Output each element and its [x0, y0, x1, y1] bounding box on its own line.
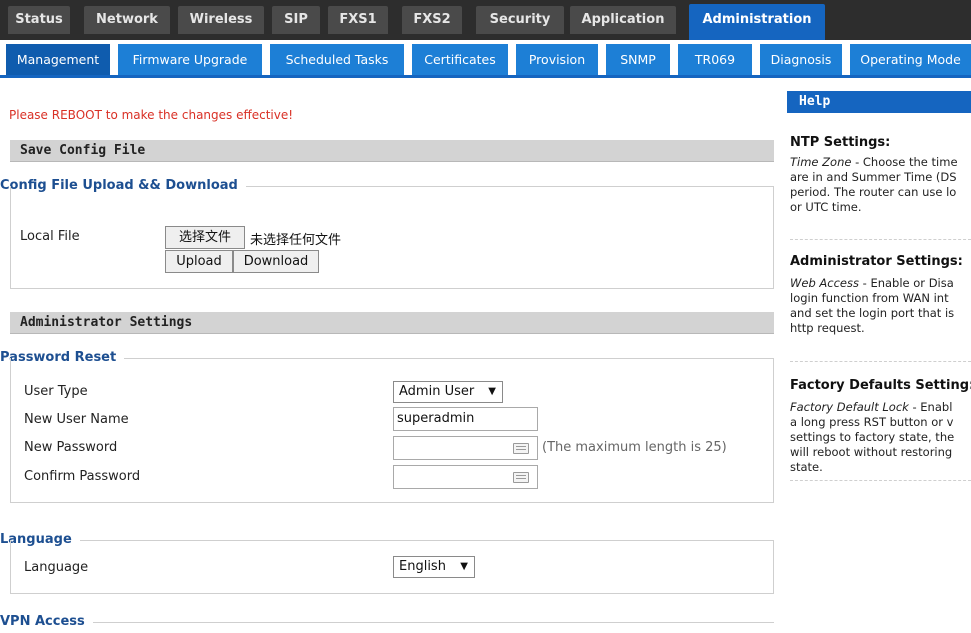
local-file-label: Local File [20, 229, 80, 244]
tab-administration[interactable]: Administration [689, 4, 825, 40]
help-line: Time Zone - Choose the time [790, 155, 958, 169]
tab-fxs1[interactable]: FXS1 [328, 6, 388, 34]
user-type-select[interactable]: Admin User ▼ [393, 381, 503, 403]
tab-fxs2[interactable]: FXS2 [402, 6, 462, 34]
help-line: a long press RST button or v [790, 415, 954, 429]
subtab-certificates[interactable]: Certificates [412, 44, 508, 75]
help-ntp-text: Time Zone - Choose the time are in and S… [790, 155, 971, 215]
help-line: http request. [790, 321, 865, 335]
help-line: period. The router can use lo [790, 185, 957, 199]
new-user-name-input[interactable]: superadmin [393, 407, 538, 431]
new-user-name-value: superadmin [397, 411, 475, 426]
subtab-firmware-upgrade[interactable]: Firmware Upgrade [118, 44, 262, 75]
new-password-input[interactable] [393, 436, 538, 460]
help-header: Help [787, 91, 971, 113]
new-user-name-label: New User Name [24, 412, 129, 427]
no-file-text: 未选择任何文件 [250, 233, 342, 248]
language-fieldset [10, 540, 774, 594]
help-factory-text: Factory Default Lock - Enabl a long pres… [790, 400, 971, 475]
subtab-snmp[interactable]: SNMP [606, 44, 670, 75]
keyboard-icon[interactable] [513, 443, 529, 454]
confirm-password-input[interactable] [393, 465, 538, 489]
top-nav: Status Network Wireless SIP FXS1 FXS2 Se… [0, 0, 971, 40]
help-divider [790, 480, 971, 481]
tab-network[interactable]: Network [84, 6, 170, 34]
help-line: and set the login port that is [790, 306, 955, 320]
reboot-notice: Please REBOOT to make the changes effect… [9, 108, 294, 122]
language-label: Language [24, 560, 89, 575]
language-value: English [399, 559, 446, 574]
help-admin-title: Administrator Settings: [790, 254, 963, 269]
config-upload-fieldset [10, 186, 774, 289]
help-line: settings to factory state, the [790, 430, 955, 444]
language-select[interactable]: English ▼ [393, 556, 475, 578]
upload-button[interactable]: Upload [165, 250, 233, 273]
help-divider [790, 239, 971, 240]
tab-sip[interactable]: SIP [272, 6, 320, 34]
tab-wireless[interactable]: Wireless [178, 6, 264, 34]
subtab-management[interactable]: Management [6, 44, 110, 75]
help-ntp-title: NTP Settings: [790, 135, 891, 150]
subtab-tr069[interactable]: TR069 [678, 44, 752, 75]
keyboard-icon[interactable] [513, 472, 529, 483]
help-line: state. [790, 460, 823, 474]
user-type-label: User Type [24, 384, 88, 399]
help-line: Factory Default Lock - Enabl [790, 400, 953, 414]
subtab-scheduled-tasks[interactable]: Scheduled Tasks [270, 44, 404, 75]
confirm-password-label: Confirm Password [24, 469, 141, 484]
choose-file-button[interactable]: 选择文件 [165, 226, 245, 249]
dropdown-arrow-icon: ▼ [460, 561, 468, 572]
save-config-section-title: Save Config File [10, 140, 774, 162]
vpn-access-legend: VPN Access [0, 614, 93, 629]
new-password-label: New Password [24, 440, 118, 455]
help-factory-title: Factory Defaults Setting: [790, 378, 971, 393]
subtab-diagnosis[interactable]: Diagnosis [760, 44, 842, 75]
subtab-operating-mode[interactable]: Operating Mode [850, 44, 971, 75]
user-type-value: Admin User [399, 384, 475, 399]
help-line: will reboot without restoring [790, 445, 953, 459]
sub-nav: Management Firmware Upgrade Scheduled Ta… [0, 40, 971, 78]
fieldset-border [10, 622, 774, 623]
help-line: Web Access - Enable or Disa [790, 276, 954, 290]
tab-status[interactable]: Status [8, 6, 70, 34]
help-line: login function from WAN int [790, 291, 949, 305]
help-line: are in and Summer Time (DS [790, 170, 957, 184]
password-length-hint: (The maximum length is 25) [542, 440, 727, 455]
admin-section-title: Administrator Settings [10, 312, 774, 334]
subtab-provision[interactable]: Provision [516, 44, 598, 75]
help-divider [790, 361, 971, 362]
download-button[interactable]: Download [233, 250, 319, 273]
tab-application[interactable]: Application [570, 6, 676, 34]
help-line: or UTC time. [790, 200, 862, 214]
help-admin-text: Web Access - Enable or Disa login functi… [790, 276, 971, 336]
dropdown-arrow-icon: ▼ [488, 386, 496, 397]
tab-security[interactable]: Security [476, 6, 564, 34]
